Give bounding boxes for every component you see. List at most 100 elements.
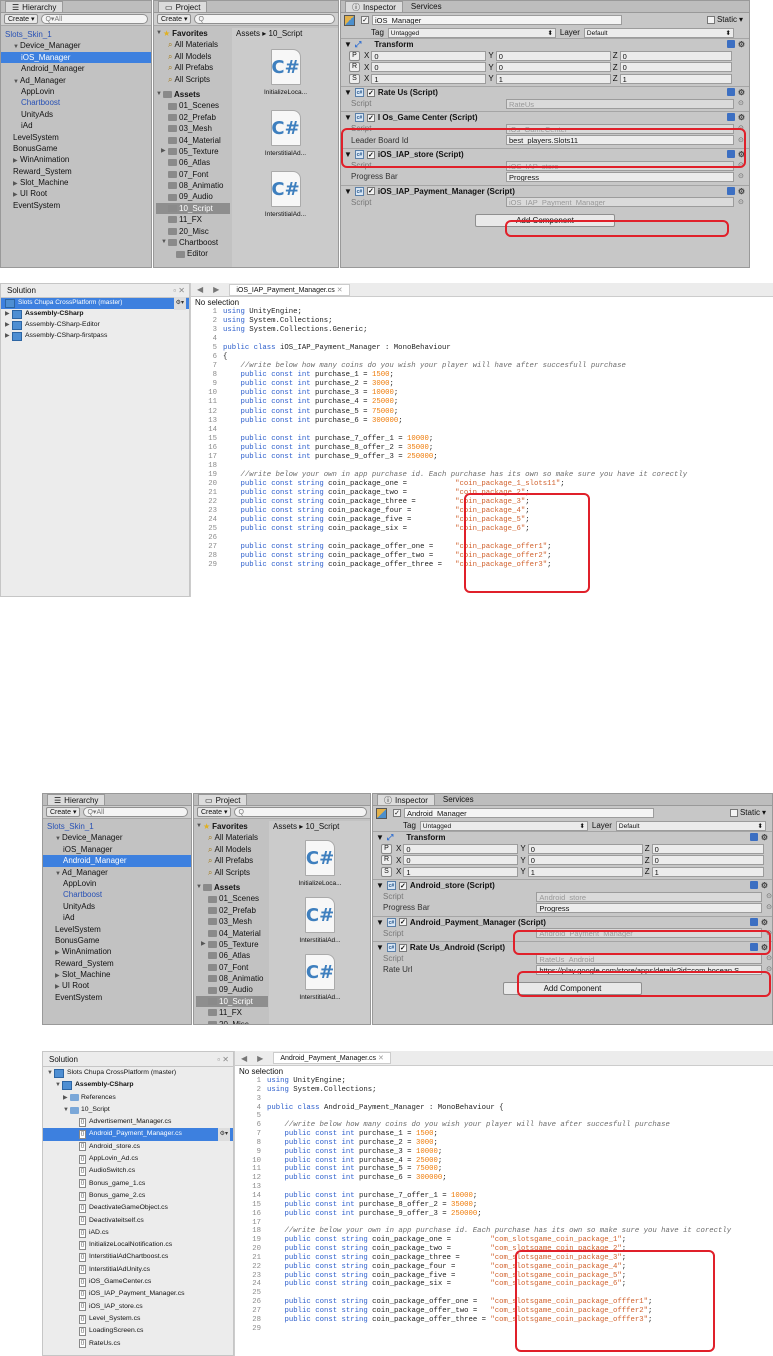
solution-file[interactable]: {} Bonus_game_2.cs [43,1190,233,1202]
component-enabled-checkbox[interactable]: ✓ [398,881,407,890]
gear-icon[interactable]: ⚙ [738,40,745,49]
solution-options-icon[interactable]: ⚙▾ [173,297,186,310]
transform-header[interactable]: ▼ ⤢ Transform ⚙ [341,38,749,50]
code-line[interactable]: 1 using UnityEngine; [239,1077,773,1086]
solution-file[interactable]: {} iOS_IAP_Payment_Manager.cs [43,1288,233,1300]
solution-file[interactable]: {} Bonus_game_1.cs [43,1178,233,1190]
active-checkbox[interactable]: ✓ [361,16,369,24]
z-field[interactable]: 0 [651,843,764,854]
asset-folder[interactable]: 09_Audio [196,984,268,995]
transform-row-button[interactable]: R [349,62,360,73]
code-line[interactable]: 2 using System.Collections; [195,317,773,326]
code-line[interactable]: 6 //write below how many coins do you wi… [239,1121,773,1130]
solution-file[interactable]: {} InterstitialAdChartboost.cs [43,1251,233,1263]
pane-close-icon[interactable]: ▫ ✕ [173,284,185,298]
code-line[interactable]: 11 public const int purchase_5 = 75000; [239,1165,773,1174]
expand-arrow-icon[interactable]: ▼ [13,42,20,53]
file-tab-2[interactable]: Android_Payment_Manager.cs ✕ [273,1052,391,1064]
help-book-icon[interactable] [749,833,758,842]
breadcrumb-root-2[interactable]: Assets [273,821,297,832]
component-header[interactable]: ▼ c# ✓ iOS_IAP_Payment_Manager (Script) ⚙ [341,184,749,197]
field-value[interactable]: Progress [506,172,734,183]
code-line[interactable]: 3 [239,1095,773,1104]
code-line[interactable]: 3 using System.Collections.Generic; [195,326,773,335]
solution-file[interactable]: {} Android_store.cs [43,1141,233,1153]
code-line[interactable]: 15 public const int purchase_7_offer_1 =… [195,435,773,444]
hierarchy-item[interactable]: Android_Manager [1,63,151,74]
solution-file[interactable]: {} Deactivateitself.cs [43,1215,233,1227]
layer-dropdown[interactable]: Default ⬍ [615,820,766,831]
static-dropdown-icon[interactable]: ▾ [739,14,743,25]
hierarchy-item[interactable]: Slots_Skin_1 [1,29,151,40]
asset-folder[interactable]: 09_Audio [156,191,230,202]
solution-project[interactable]: ▶ Assembly-CSharp-firstpass [1,331,189,342]
static-checkbox[interactable] [729,808,738,817]
expand-arrow-icon[interactable]: ▼ [55,1079,62,1091]
solution-file[interactable]: {} Level_System.cs [43,1313,233,1325]
expand-arrow-icon[interactable]: ▶ [161,146,168,157]
expand-arrow-icon[interactable]: ▼ [55,834,62,845]
code-line[interactable]: 18 [195,462,773,471]
help-book-icon[interactable] [726,186,735,195]
solution-file[interactable]: {} RateUs.cs [43,1338,233,1350]
hierarchy-item[interactable]: Reward_System [1,166,151,177]
component-enabled-checkbox[interactable]: ✓ [366,187,375,196]
transform-row-button[interactable]: S [349,73,360,84]
asset-folder[interactable]: 03_Mesh [196,916,268,927]
code-line[interactable]: 2 using System.Collections; [239,1086,773,1095]
gear-icon[interactable]: ⚙ [761,881,768,890]
nav-forward-icon[interactable]: ▶ [213,285,219,294]
hierarchy-item[interactable]: ▼Ad_Manager [43,867,191,878]
code-line[interactable]: 14 [195,426,773,435]
y-field[interactable]: 0 [527,843,643,854]
asset-folder[interactable]: 08_Animatio [156,180,230,191]
help-book-icon[interactable] [726,40,735,49]
expand-arrow-icon[interactable]: ▼ [63,1104,70,1116]
solution-file[interactable]: {} AppLovin_Ad.cs [43,1153,233,1165]
solution-project[interactable]: ▼ Assembly-CSharp [43,1079,233,1091]
hierarchy-item[interactable]: ▶ Slot_Machine [1,177,151,188]
hierarchy-item[interactable]: ▼Device_Manager [43,832,191,843]
nav-forward-icon-2[interactable]: ▶ [257,1054,263,1063]
asset-folder[interactable]: 20_Misc [196,1019,268,1024]
asset-folder[interactable]: 03_Mesh [156,123,230,134]
code-line[interactable]: 1 using UnityEngine; [195,308,773,317]
active-checkbox[interactable]: ✓ [393,809,401,817]
expand-arrow-icon[interactable]: ▶ [201,939,208,950]
tab-close-icon-2[interactable]: ✕ [378,1055,384,1062]
asset-folder[interactable]: 04_Material [156,135,230,146]
object-picker-icon[interactable]: ⊙ [738,171,744,182]
solution-file[interactable]: {} iOS_IAP_store.cs [43,1301,233,1313]
z-field[interactable]: 0 [651,855,764,866]
hierarchy-item[interactable]: EventSystem [1,200,151,211]
solution-file[interactable]: {} DeactivateGameObject.cs [43,1202,233,1214]
transform-row-button[interactable]: S [381,866,392,877]
tab-close-icon[interactable]: ✕ [337,287,343,294]
x-field[interactable]: 0 [403,843,519,854]
collapse-arrow-icon[interactable]: ▼ [376,881,384,890]
asset-folder[interactable]: 01_Scenes [196,893,268,904]
favorite-item[interactable]: ⌕ All Scripts [196,867,268,878]
gear-icon[interactable]: ⚙ [738,113,745,122]
hierarchy-item[interactable]: ▶ WinAnimation [43,946,191,957]
hierarchy-item[interactable]: ▼Ad_Manager [1,75,151,86]
solution-file[interactable]: {} InterstitialAdUnity.cs [43,1264,233,1276]
x-field[interactable]: 0 [403,855,519,866]
hierarchy-item[interactable]: Chartboost [43,889,191,900]
z-field[interactable]: 0 [619,62,732,73]
component-header[interactable]: ▼ c# ✓ I Os_Game Center (Script) ⚙ [341,111,749,123]
asset-folder[interactable]: 11_FX [156,214,230,225]
expand-arrow-icon[interactable]: ▼ [55,869,62,880]
project-search-input[interactable]: Q [194,14,335,24]
z-field[interactable]: 1 [651,866,764,877]
code-line[interactable]: 8 public const int purchase_1 = 1500; [195,371,773,380]
assets-folder[interactable]: ▼ Assets [196,882,268,893]
z-field[interactable]: 0 [619,50,732,61]
hierarchy-item[interactable]: Android_Manager [43,855,191,867]
script-file[interactable]: C# InterstitialAd... [291,954,349,1001]
hierarchy-item[interactable]: UnityAds [43,901,191,912]
x-field[interactable]: 0 [371,62,487,73]
code-line[interactable]: 16 public const int purchase_9_offer_3 =… [239,1210,773,1219]
y-field[interactable]: 1 [495,73,611,84]
expand-arrow-icon[interactable]: ▼ [47,1067,54,1079]
